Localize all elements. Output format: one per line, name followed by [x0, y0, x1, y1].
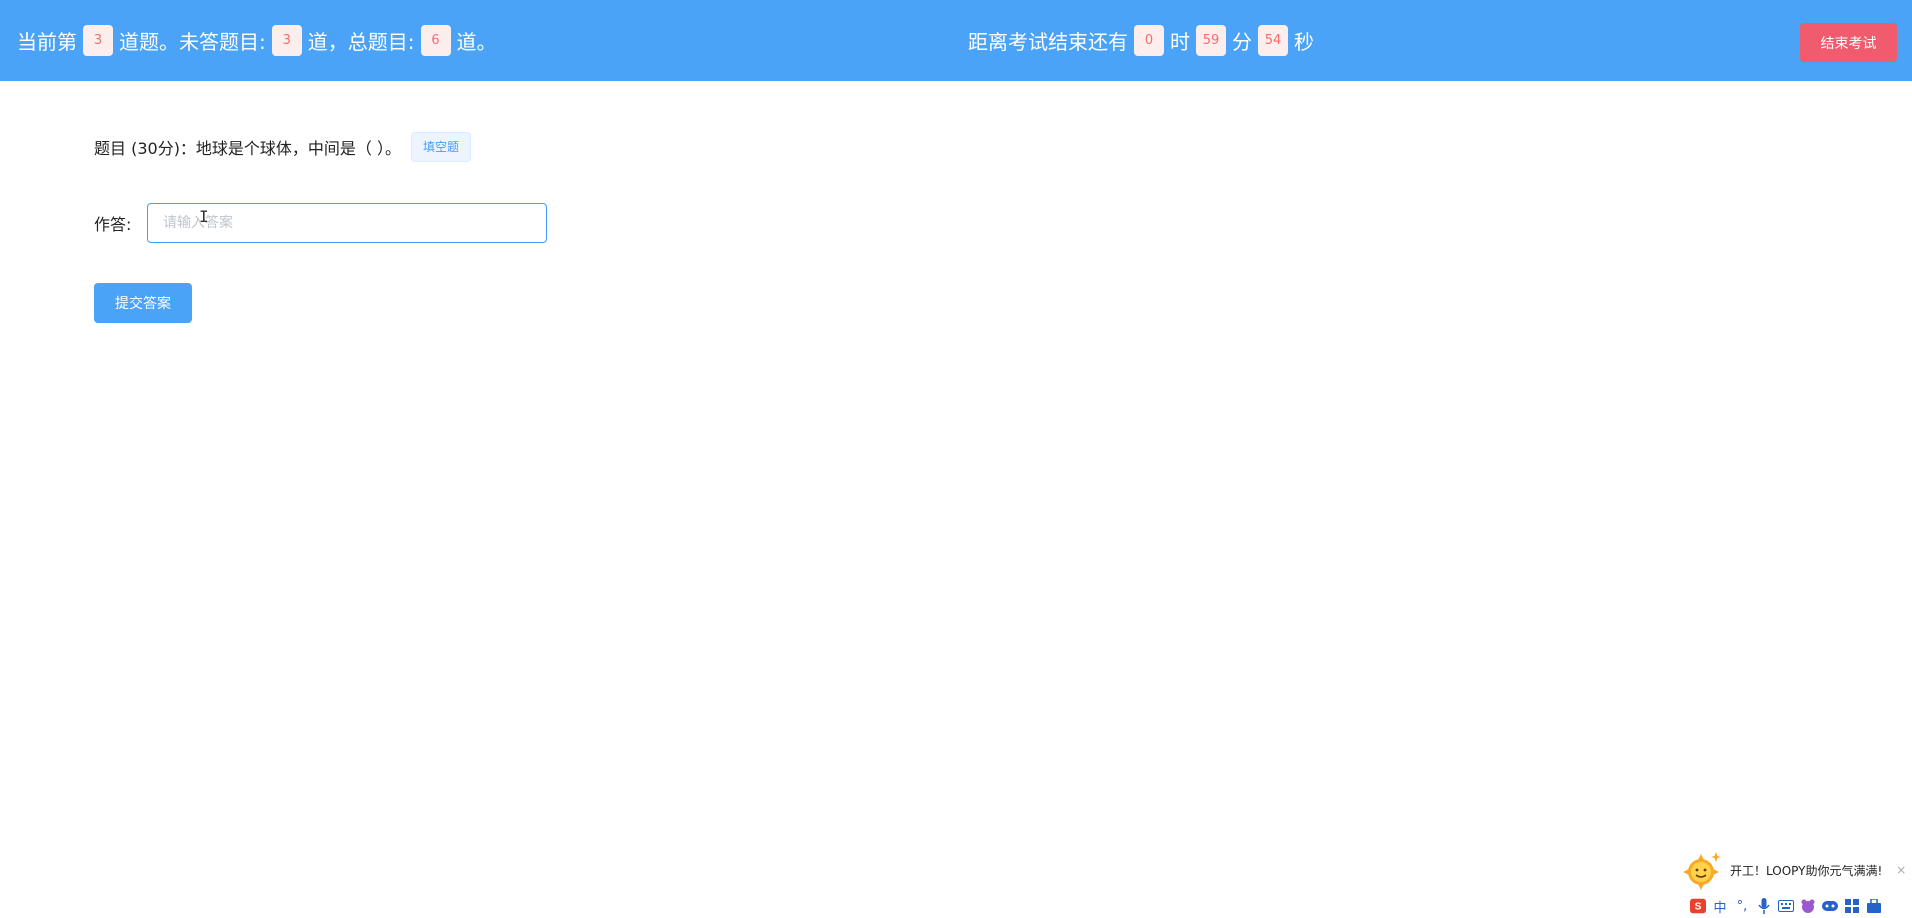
timer-prefix: 距离考试结束还有 [968, 30, 1128, 54]
end-exam-button[interactable]: 结束考试 [1800, 23, 1897, 62]
total-count-badge: 6 [420, 25, 451, 56]
total-suffix: 道。 [456, 30, 497, 54]
answer-label: 作答: [94, 215, 132, 234]
seconds-unit: 秒 [1294, 30, 1314, 54]
question-type-tag: 填空题 [411, 131, 472, 162]
toolbox-icon[interactable] [1866, 898, 1882, 914]
submit-answer-button[interactable]: 提交答案 [94, 283, 192, 323]
timer-hours: 0 [1134, 25, 1164, 56]
s-logo-icon[interactable]: S [1690, 898, 1706, 914]
ime-message: 开工！LOOPY助你元气满满! [1730, 863, 1883, 878]
minutes-unit: 分 [1232, 30, 1252, 54]
chinese-mode-icon[interactable]: 中 [1712, 898, 1728, 916]
ime-toolbar: S 中 °, [1690, 894, 1912, 918]
question-text: 题目 (30分)：地球是个球体，中间是（ ）。 [94, 138, 402, 158]
current-index-badge: 3 [83, 25, 113, 56]
sun-mascot-icon [1683, 852, 1721, 890]
keyboard-icon[interactable] [1778, 898, 1794, 914]
grid-icon[interactable] [1844, 898, 1860, 914]
countdown-timer: 距离考试结束还有 0 时 59 分 54 秒 [968, 0, 1314, 81]
svg-text:S: S [1695, 902, 1702, 913]
ime-close-icon[interactable]: × [1896, 863, 1906, 877]
unanswered-count-badge: 3 [271, 25, 302, 56]
hours-unit: 时 [1170, 30, 1190, 54]
ime-notification[interactable]: 开工！LOOPY助你元气满满! × [1682, 850, 1906, 890]
timer-seconds: 54 [1258, 25, 1288, 56]
exam-header: 当前第 3 道题。未答题目: 3 道，总题目: 6 道。 距离考试结束还有 0 … [0, 0, 1912, 81]
punctuation-icon[interactable]: °, [1734, 898, 1750, 914]
current-prefix: 当前第 [17, 30, 77, 54]
question-row: 题目 (30分)：地球是个球体，中间是（ ）。 填空题 [94, 131, 472, 162]
answer-input[interactable] [147, 203, 547, 243]
skin-icon[interactable] [1800, 898, 1816, 914]
total-prefix: 道，总题目: [307, 30, 415, 54]
game-icon[interactable] [1822, 898, 1838, 914]
timer-minutes: 59 [1196, 25, 1226, 56]
progress-info: 当前第 3 道题。未答题目: 3 道，总题目: 6 道。 [17, 0, 497, 81]
unanswered-prefix: 道题。未答题目: [119, 30, 266, 54]
microphone-icon[interactable] [1756, 898, 1772, 914]
